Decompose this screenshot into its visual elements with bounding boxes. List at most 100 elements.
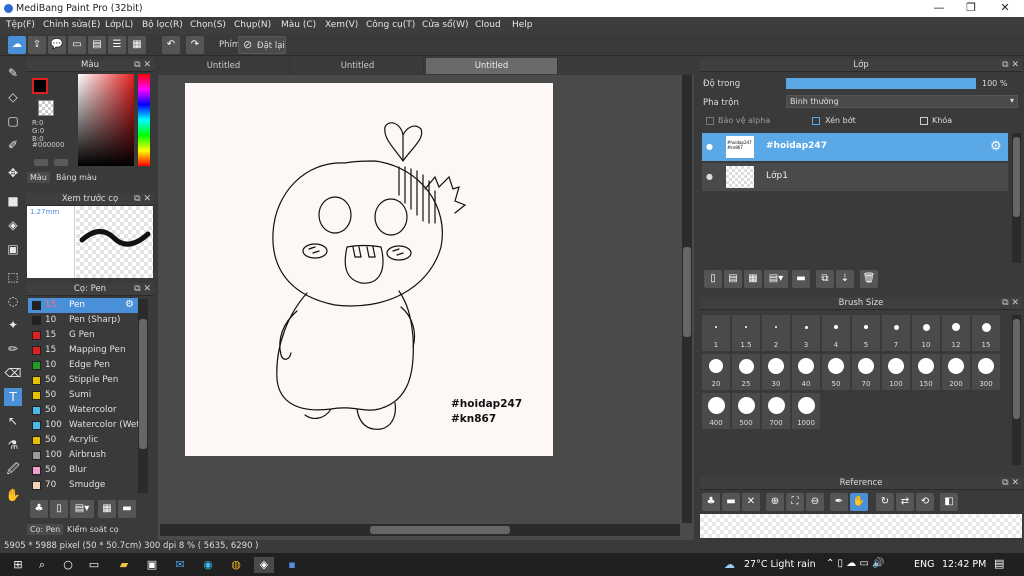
tab-brush-control[interactable]: Kiểm soát cọ [64,524,122,535]
gradient-tool-icon[interactable]: ▣ [4,240,22,258]
brush-size-cell[interactable]: 400 [702,393,730,429]
layer-row-selected[interactable]: ● #hoidap247 #kn867 #hoidap247 ⚙ [702,133,1008,161]
comment-icon[interactable]: 💬 [48,36,66,54]
mail-icon[interactable]: ✉ [172,557,188,573]
brush-item[interactable]: 50 Stipple Pen [28,373,138,388]
saturation-value-picker[interactable] [78,74,134,166]
new-8bit-layer-icon[interactable]: ▦ [744,270,762,288]
brush-size-cell[interactable]: 4 [822,315,850,351]
brush-size-cell[interactable]: 150 [912,354,940,390]
brush-size-cell[interactable]: 1.5 [732,315,760,351]
select-pen-tool-icon[interactable]: ✏ [4,340,22,358]
menu-tools[interactable]: Công cụ(T) [366,20,415,30]
brush-size-cell[interactable]: 30 [762,354,790,390]
protect-alpha-checkbox[interactable] [706,117,714,125]
brush-size-cell[interactable]: 7 [882,315,910,351]
hand-icon[interactable]: ✋ [850,493,868,511]
lasso-tool-icon[interactable]: ◌ [4,292,22,310]
brush-item[interactable]: 15 Mapping Pen [28,343,138,358]
close-button[interactable]: ✕ [995,1,1015,14]
dropper-option-button[interactable] [54,159,68,166]
text-tool-icon[interactable]: T [4,388,22,406]
scroll-thumb[interactable] [683,247,691,337]
list-icon[interactable]: ☰ [108,36,126,54]
panel-controls-icon[interactable]: ⧉ ✕ [1002,59,1019,72]
menu-file[interactable]: Tệp(F) [6,20,35,30]
brush-size-cell[interactable]: 2 [762,315,790,351]
brush-size-cell[interactable]: 70 [852,354,880,390]
brush-item[interactable]: 50 Sumi [28,388,138,403]
cortana-icon[interactable]: ○ [60,557,76,573]
visibility-icon[interactable]: ● [706,172,713,181]
new-layer-icon[interactable]: ▯ [704,270,722,288]
share-icon[interactable]: ⇪ [28,36,46,54]
undo-icon[interactable]: ↶ [162,36,180,54]
canvas-horizontal-scrollbar[interactable] [160,524,680,536]
panel-controls-icon[interactable]: ⧉ ✕ [1002,297,1019,310]
dropper-tool-icon[interactable]: ⚗ [4,436,22,454]
brush-item[interactable]: 10 Pen (Sharp) [28,313,138,328]
brush-size-cell[interactable]: 20 [702,354,730,390]
reference-view[interactable] [700,514,1022,538]
brush-size-cell[interactable]: 5 [852,315,880,351]
reset-button[interactable]: ⊘ Đặt lại [238,36,286,54]
brush-size-cell[interactable]: 1 [702,315,730,351]
add-reference-icon[interactable]: ♣ [702,493,720,511]
brush-size-cell[interactable]: 3 [792,315,820,351]
trash-icon[interactable]: 🗑 [860,270,878,288]
brush-item[interactable]: 50 Acrylic [28,433,138,448]
windows-start-icon[interactable]: ⊞ [10,557,26,573]
brush-size-cell[interactable]: 15 [972,315,1000,351]
close-reference-icon[interactable]: ✕ [742,493,760,511]
document-tab-active[interactable]: Untitled [426,58,558,74]
add-brush-icon[interactable]: ♣ [30,500,48,518]
tray-icons[interactable]: ⌃ ▯ ☁ ▭ 🔊 [826,558,885,569]
tab-brush[interactable]: Cọ: Pen [27,524,64,535]
chrome-icon[interactable]: ◍ [228,557,244,573]
panel-controls-icon[interactable]: ⧉ ✕ [134,59,151,72]
menu-window[interactable]: Cửa sổ(W) [422,20,468,30]
fit-icon[interactable]: ⛶ [786,493,804,511]
brush-item[interactable]: 50 Watercolor [28,403,138,418]
move-tool-icon[interactable]: ✥ [4,164,22,182]
tab-color[interactable]: Màu [27,172,50,183]
file-explorer-icon[interactable]: ▰ [116,557,132,573]
open-folder-icon[interactable]: ▬ [722,493,740,511]
merge-layer-icon[interactable]: ⇣ [836,270,854,288]
blend-mode-select[interactable]: Bình thường ▾ [786,95,1018,108]
menu-layer[interactable]: Lớp(L) [105,20,133,30]
duplicate-layer-icon[interactable]: ⧉ [816,270,834,288]
brush-item[interactable]: 50 Blur [28,463,138,478]
gear-icon[interactable]: ⚙ [990,139,1002,154]
operation-tool-icon[interactable]: ↖ [4,412,22,430]
brush-item[interactable]: 70 Smudge [28,478,138,493]
edge-icon[interactable]: ◉ [200,557,216,573]
cloud-icon[interactable]: ☁ [8,36,26,54]
scroll-thumb[interactable] [370,526,510,534]
eyedropper-icon[interactable]: ✒ [830,493,848,511]
document-tab[interactable]: Untitled [292,58,424,74]
brush-size-cell[interactable]: 700 [762,393,790,429]
document-tab[interactable]: Untitled [158,58,290,74]
brush-size-cell[interactable]: 10 [912,315,940,351]
drawing-canvas[interactable]: #hoidap247 #kn867 [185,83,553,456]
notification-icon[interactable]: ▤ [994,557,1004,570]
brush-size-cell[interactable]: 300 [972,354,1000,390]
layer-scrollbar[interactable] [1012,133,1021,263]
pen-tool-icon[interactable]: ✐ [4,136,22,154]
brush-size-cell[interactable]: 40 [792,354,820,390]
gear-icon[interactable]: ⚙ [125,299,134,310]
menu-help[interactable]: Help [512,20,533,30]
grid-icon[interactable]: ▦ [128,36,146,54]
lock-checkbox[interactable] [920,117,928,125]
brush-tool-icon[interactable]: ✎ [4,64,22,82]
clock[interactable]: 12:42 PM [942,559,986,570]
panel-controls-icon[interactable]: ⧉ ✕ [134,193,151,206]
menu-color[interactable]: Màu (C) [281,20,316,30]
brush-item[interactable]: 100 Watercolor (Wet) [28,418,138,433]
maximize-button[interactable]: ❐ [961,1,981,14]
clip-checkbox[interactable] [812,117,820,125]
background-color-swatch[interactable] [38,100,54,116]
brush-menu-icon[interactable]: ▤▾ [70,500,94,518]
compare-icon[interactable]: ◧ [940,493,958,511]
